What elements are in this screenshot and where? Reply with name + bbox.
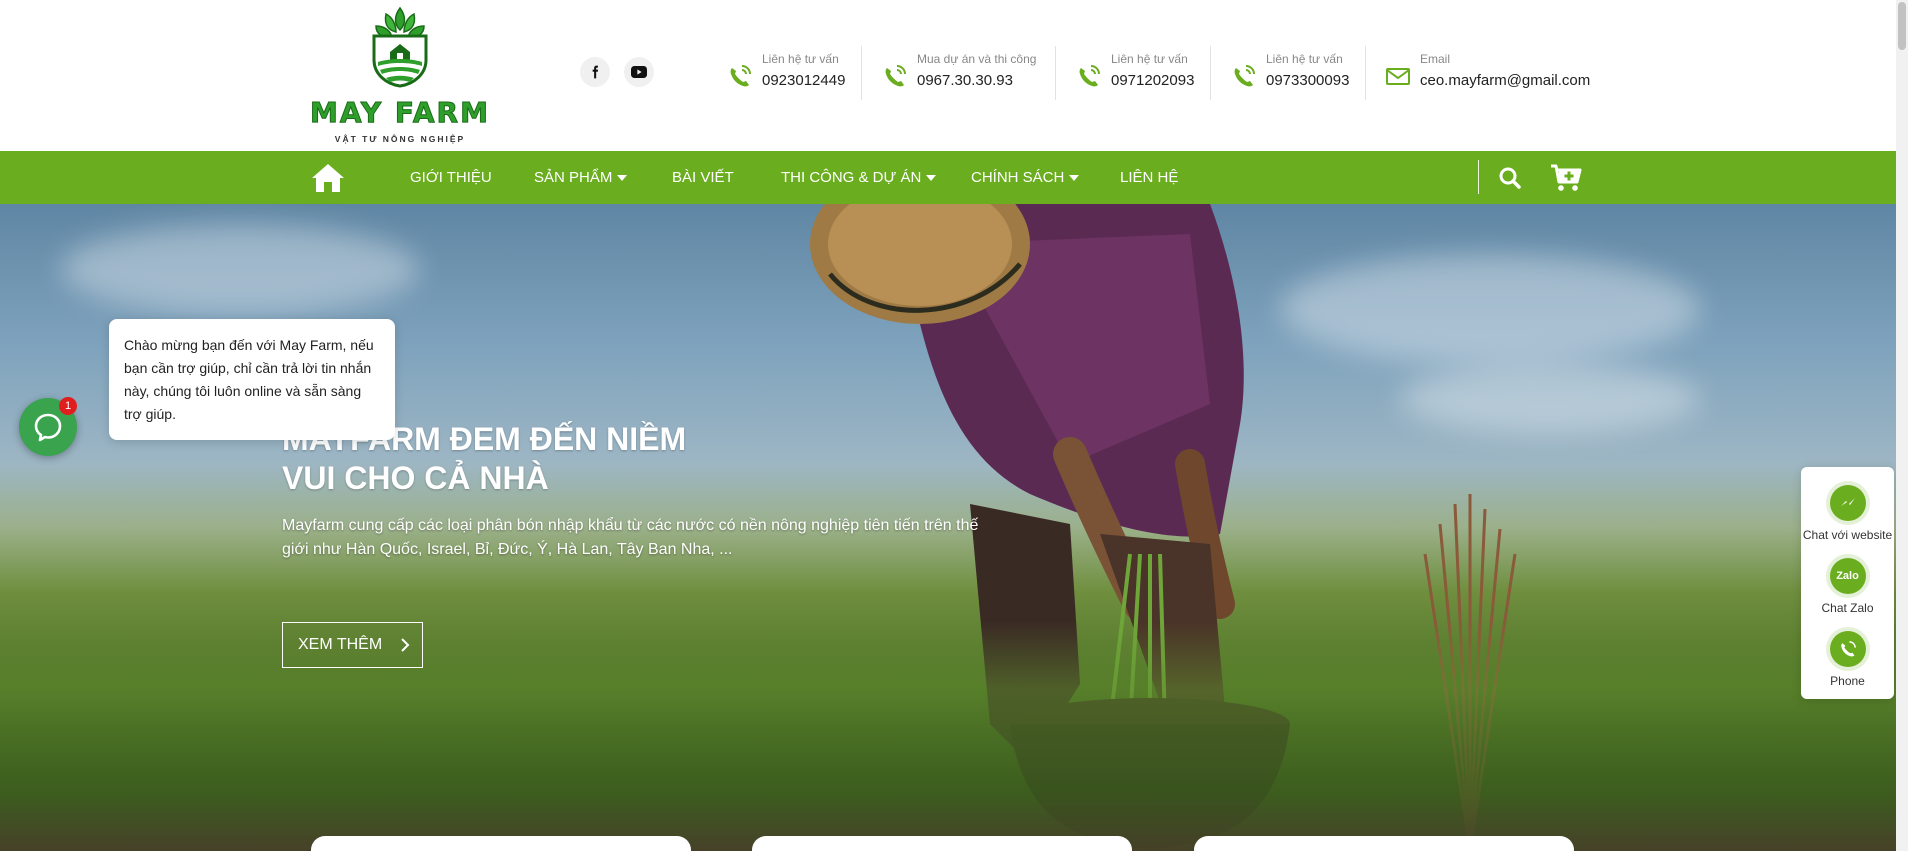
messenger-chat-button[interactable]: Chat với website (1801, 485, 1894, 542)
nav-home[interactable] (310, 151, 346, 204)
home-icon (312, 163, 344, 192)
youtube-link[interactable] (624, 57, 654, 87)
nav-about[interactable]: GIỚI THIỆU (410, 151, 492, 204)
phone-icon (1234, 65, 1255, 87)
feature-card (1194, 836, 1574, 851)
contact-hotline-2[interactable]: Mua dự án và thi công 0967.30.30.93 (881, 52, 1051, 98)
page-scrollbar[interactable] (1896, 0, 1908, 851)
cart-plus-icon (1551, 164, 1582, 191)
hero-cloud (1280, 254, 1700, 364)
nav-projects[interactable]: THI CÔNG & DỰ ÁN (781, 151, 937, 204)
header-divider (1055, 46, 1056, 100)
main-nav: GIỚI THIỆU SẢN PHẨM BÀI VIẾT THI CÔNG & … (0, 151, 1896, 204)
logo-subtitle: VẬT TƯ NÔNG NGHIỆP (334, 134, 466, 144)
site-header: MAY FARM VẬT TƯ NÔNG NGHIỆP Liên hệ tư v… (0, 0, 1896, 151)
chat-greeting-bubble[interactable]: Chào mừng bạn đến với May Farm, nếu bạn … (109, 319, 395, 440)
nav-products[interactable]: SẢN PHẨM (534, 151, 628, 204)
chevron-right-icon (401, 638, 410, 652)
nav-articles[interactable]: BÀI VIẾT (672, 151, 734, 204)
chat-unread-badge: 1 (59, 397, 77, 415)
contact-value: 0967.30.30.93 (917, 72, 1013, 89)
hero-cloud (1400, 364, 1700, 434)
contact-hotline-4[interactable]: Liên hệ tư vấn 0973300093 (1230, 52, 1360, 98)
nav-divider (1478, 160, 1479, 194)
float-label: Phone (1830, 674, 1865, 688)
site-logo[interactable]: MAY FARM VẬT TƯ NÔNG NGHIỆP (310, 4, 490, 144)
zalo-icon-text: Zalo (1836, 570, 1859, 582)
contact-label: Liên hệ tư vấn (1266, 52, 1343, 66)
facebook-link[interactable] (580, 57, 610, 87)
messenger-icon (1829, 485, 1866, 521)
hero-banner: MAYFARM ĐEM ĐẾN NIỀM VUI CHO CẢ NHÀ Mayf… (0, 204, 1896, 851)
nav-label: GIỚI THIỆU (410, 169, 492, 186)
floating-contact-panel: Chat với website Zalo Chat Zalo Phone (1801, 467, 1894, 699)
search-icon (1499, 167, 1521, 189)
search-button[interactable] (1498, 151, 1522, 204)
email-icon (1386, 68, 1410, 85)
chat-bubble-icon (34, 413, 62, 442)
contact-value: ceo.mayfarm@gmail.com (1420, 72, 1591, 89)
feature-card (311, 836, 691, 851)
hero-description: Mayfarm cung cấp các loại phân bón nhập … (282, 517, 979, 558)
facebook-icon (592, 65, 599, 79)
contact-value: 0971202093 (1111, 72, 1195, 89)
zalo-icon: Zalo (1829, 558, 1866, 594)
feature-card (752, 836, 1132, 851)
phone-icon (730, 65, 751, 87)
scrollbar-thumb[interactable] (1898, 2, 1906, 50)
contact-label: Email (1420, 52, 1451, 66)
nav-label: BÀI VIẾT (672, 169, 734, 186)
float-label: Chat với website (1802, 528, 1893, 542)
hero-cloud (60, 224, 420, 314)
contact-value: 0923012449 (762, 72, 846, 89)
phone-call-button[interactable]: Phone (1801, 631, 1894, 688)
nav-label: SẢN PHẨM (534, 169, 613, 186)
nav-label: THI CÔNG & DỰ ÁN (781, 169, 922, 186)
contact-label: Liên hệ tư vấn (762, 52, 839, 66)
nav-label: CHÍNH SÁCH (971, 169, 1065, 186)
caret-down-icon (1069, 174, 1080, 181)
cart-button[interactable] (1550, 151, 1582, 204)
header-divider (1210, 46, 1211, 100)
logo-title: MAY FARM (310, 96, 490, 130)
contact-hotline-1[interactable]: Liên hệ tư vấn 0923012449 (726, 52, 856, 98)
phone-icon (885, 65, 906, 87)
contact-value: 0973300093 (1266, 72, 1350, 89)
youtube-icon (631, 66, 647, 78)
float-label: Chat Zalo (1821, 601, 1874, 615)
caret-down-icon (617, 174, 628, 181)
nav-contact[interactable]: LIÊN HỆ (1120, 151, 1178, 204)
zalo-chat-button[interactable]: Zalo Chat Zalo (1801, 558, 1894, 615)
chat-greeting-text: Chào mừng bạn đến với May Farm, nếu bạn … (124, 337, 374, 422)
nav-label: LIÊN HỆ (1120, 169, 1179, 186)
phone-ring-icon (1829, 631, 1866, 667)
contact-label: Liên hệ tư vấn (1111, 52, 1188, 66)
contact-email[interactable]: Email ceo.mayfarm@gmail.com (1384, 52, 1590, 98)
nav-policy[interactable]: CHÍNH SÁCH (971, 151, 1080, 204)
read-more-button[interactable]: XEM THÊM (282, 622, 423, 668)
contact-label: Mua dự án và thi công (917, 52, 1037, 66)
logo-emblem-icon (372, 6, 428, 88)
button-label: XEM THÊM (298, 636, 383, 653)
caret-down-icon (926, 174, 937, 181)
header-divider (861, 46, 862, 100)
header-divider (1365, 46, 1366, 100)
contact-hotline-3[interactable]: Liên hệ tư vấn 0971202093 (1075, 52, 1205, 98)
phone-icon (1079, 65, 1100, 87)
